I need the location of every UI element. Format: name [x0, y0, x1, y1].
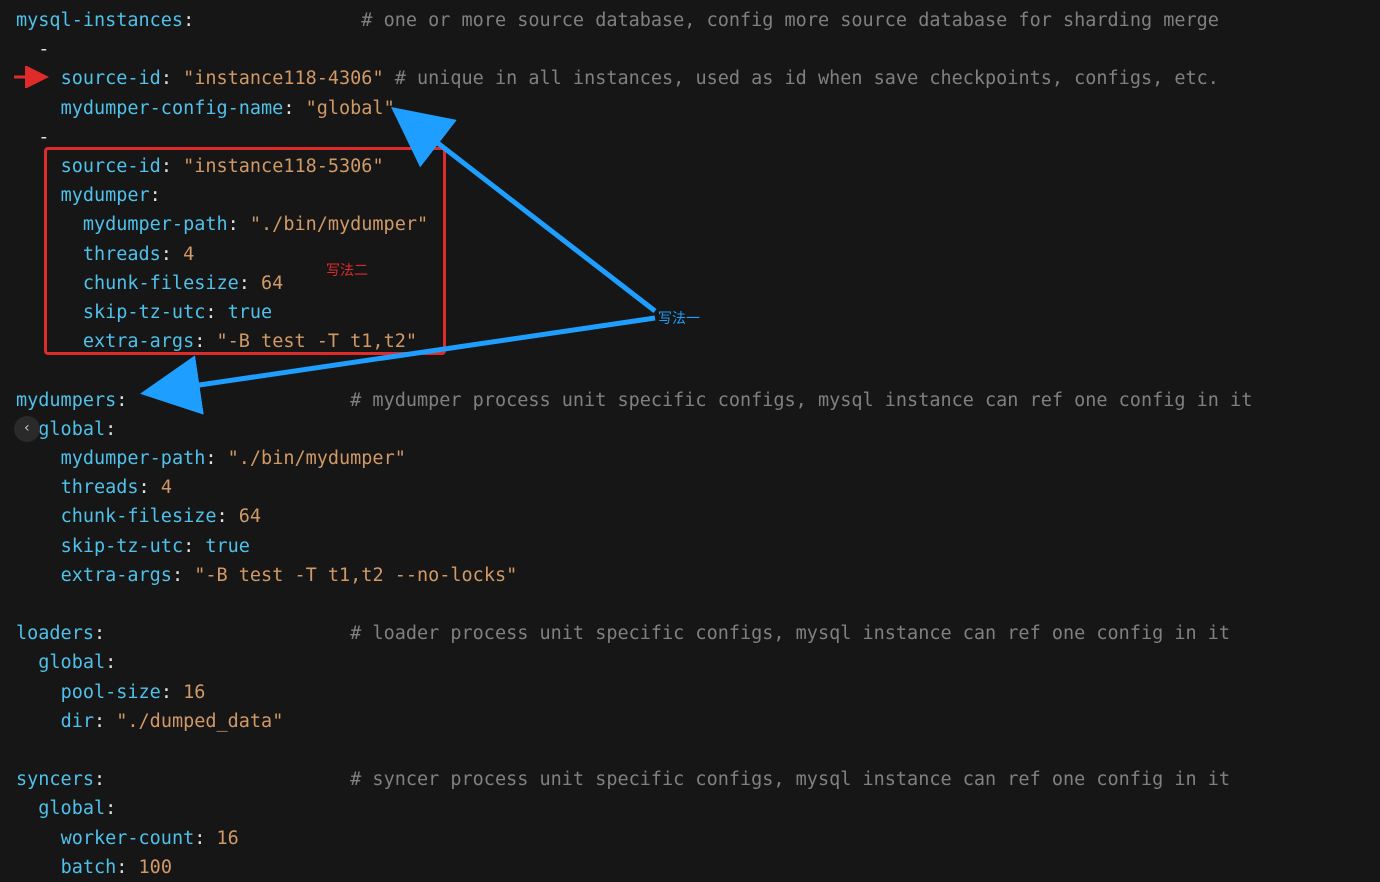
chevron-left-icon[interactable]: ‹: [14, 416, 40, 442]
yaml-config-code: mysql-instances: # one or more source da…: [16, 6, 1252, 882]
